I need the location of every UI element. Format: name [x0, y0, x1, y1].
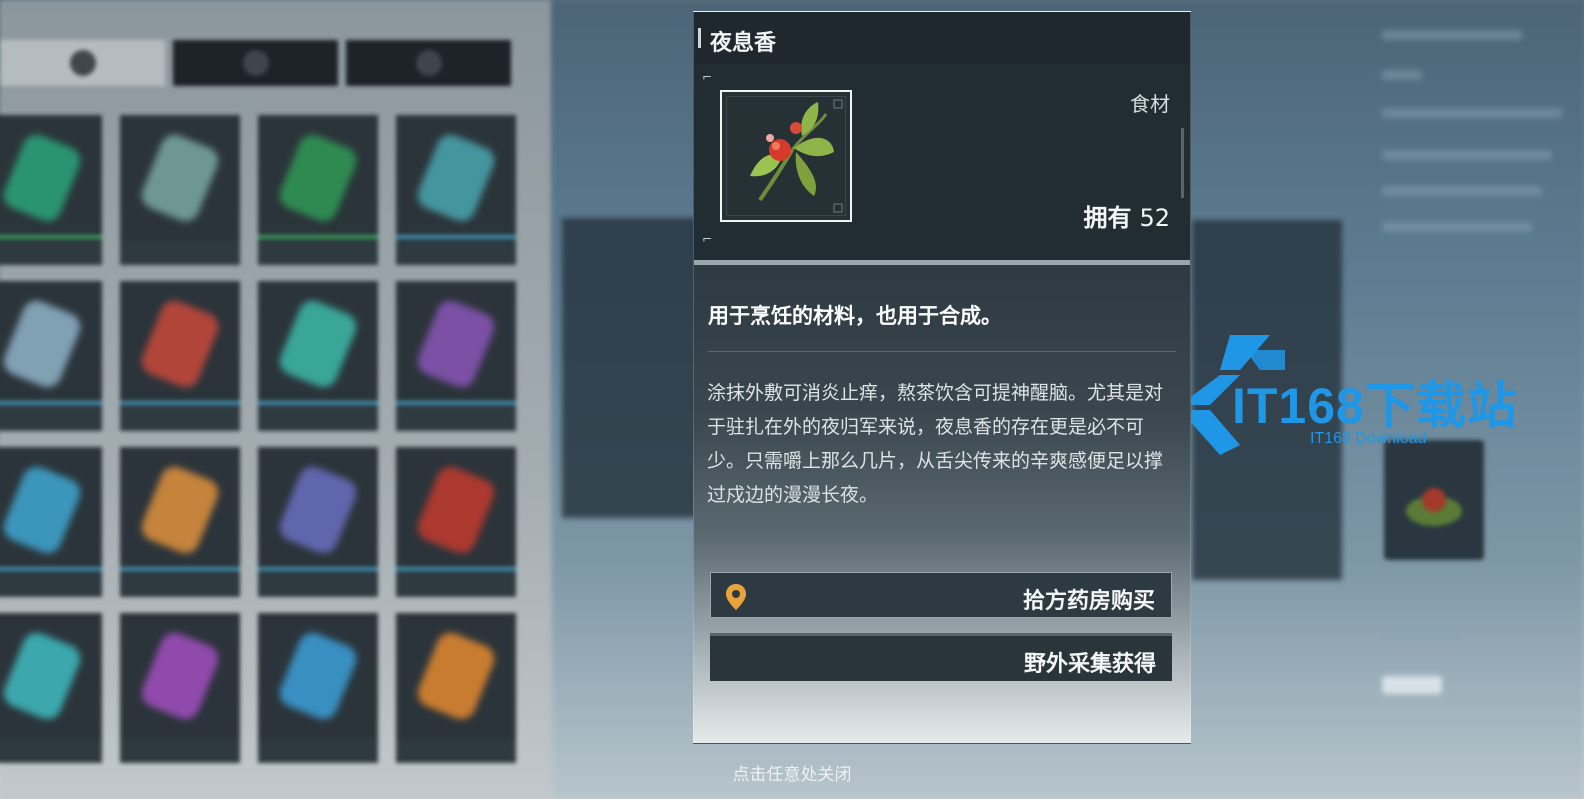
inventory-slot[interactable]: [0, 447, 102, 597]
inventory-slot[interactable]: [120, 613, 240, 763]
corner-mark: ⌐: [702, 232, 713, 246]
item-description: 涂抹外敷可消炎止痒，熬茶饮含可提神醒脑。尤其是对于驻扎在外的夜归军来说，夜息香的…: [707, 382, 1164, 506]
source-label: 野外采集获得: [1023, 652, 1156, 677]
inventory-slot[interactable]: [120, 281, 240, 431]
inventory-slot[interactable]: [396, 115, 516, 265]
source-pharmacy-button[interactable]: 拾方药房购买: [710, 572, 1172, 618]
location-pin-icon: [726, 584, 746, 610]
owned-value: 52: [1139, 204, 1170, 232]
close-hint[interactable]: 点击任意处关闭: [0, 760, 1584, 785]
inventory-slot[interactable]: [258, 281, 378, 431]
item-icon-frame: [720, 90, 852, 222]
watermark: IT168下载站 IT168 Download: [1180, 330, 1570, 460]
divider-line: [708, 351, 1176, 352]
inventory-slot[interactable]: [258, 613, 378, 763]
panel-header: 夜息香: [694, 12, 1190, 65]
source-gather-button[interactable]: 野外采集获得: [710, 633, 1172, 681]
source-label: 拾方药房购买: [1022, 589, 1155, 614]
owned-count: 拥有 52: [1083, 198, 1170, 233]
inventory-slot[interactable]: [258, 447, 378, 597]
section-divider: [694, 260, 1190, 265]
tab-icon: [69, 50, 96, 76]
inventory-slot[interactable]: [0, 115, 102, 265]
inventory-tab[interactable]: [0, 40, 165, 86]
inventory-slot[interactable]: [0, 613, 102, 763]
scrollbar[interactable]: [1181, 128, 1184, 198]
inventory-slot[interactable]: [120, 115, 240, 265]
owned-label: 拥有: [1083, 204, 1132, 232]
inventory-tabs: [0, 40, 530, 88]
header-accent: [698, 28, 701, 48]
corner-mark: ⌐: [702, 70, 713, 84]
watermark-text: IT168下载站: [1232, 378, 1518, 434]
inventory-slot[interactable]: [396, 447, 516, 597]
inventory-grid: [0, 115, 516, 763]
inventory-slot[interactable]: [258, 115, 378, 265]
inventory-slot[interactable]: [396, 281, 516, 431]
inventory-slot[interactable]: [120, 447, 240, 597]
inventory-tab[interactable]: [346, 40, 511, 86]
inventory-tab[interactable]: [173, 40, 338, 86]
inventory-slot[interactable]: [396, 613, 516, 763]
watermark-subtext: IT168 Download: [1310, 430, 1427, 447]
item-category: 食材: [1130, 92, 1170, 116]
item-name: 夜息香: [710, 31, 777, 56]
tab-icon: [242, 50, 269, 76]
item-summary: 用于烹饪的材料，也用于合成。: [708, 304, 1002, 328]
inventory-slot[interactable]: [0, 281, 102, 431]
tab-icon: [415, 50, 442, 76]
herb-flower-icon: [750, 99, 843, 213]
item-detail-panel: 夜息香 ⌐ ⌐ 食材 拥有 52 用于烹饪的材料，也用于合成。 涂抹外敷可消炎止痒…: [693, 11, 1191, 744]
inventory-background: [0, 0, 552, 799]
